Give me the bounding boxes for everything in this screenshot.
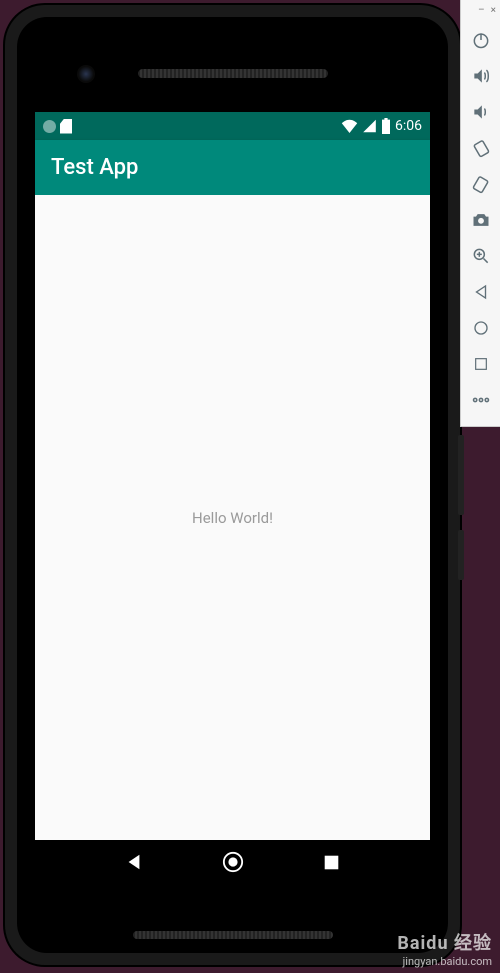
emulator-zoom-button[interactable]	[464, 238, 498, 274]
status-time: 6:06	[395, 118, 422, 134]
battery-icon	[381, 118, 391, 134]
android-navigation-bar	[35, 840, 430, 888]
rotate-right-icon	[471, 174, 491, 194]
rotate-left-icon	[471, 138, 491, 158]
power-icon	[471, 30, 491, 50]
emulator-volume-up-button[interactable]	[464, 58, 498, 94]
volume-up-icon	[471, 66, 491, 86]
earpiece-speaker	[138, 69, 328, 78]
front-camera	[77, 65, 95, 83]
emulator-rotate-right-button[interactable]	[464, 166, 498, 202]
phone-volume-button	[458, 530, 464, 580]
volume-down-icon	[471, 102, 491, 122]
device-screen: 6:06 Test App Hello World!	[35, 112, 430, 888]
emulator-more-button[interactable]	[464, 382, 498, 418]
emulator-rotate-left-button[interactable]	[464, 130, 498, 166]
more-dots-icon	[471, 390, 491, 410]
bottom-speaker	[133, 931, 333, 939]
status-bar-right: 6:06	[341, 118, 422, 134]
app-title: Test App	[51, 155, 138, 180]
emulator-window-controls: – ×	[461, 2, 500, 22]
app-action-bar: Test App	[35, 140, 430, 195]
watermark-url: jingyan.baidu.com	[397, 955, 492, 968]
wifi-icon	[341, 119, 358, 133]
back-triangle-icon	[472, 283, 490, 301]
zoom-icon	[471, 246, 491, 266]
watermark: Baidu 经验 jingyan.baidu.com	[397, 933, 492, 968]
android-status-bar[interactable]: 6:06	[35, 112, 430, 140]
sd-card-icon	[60, 119, 72, 134]
app-content-area: Hello World!	[35, 195, 430, 840]
emulator-screenshot-button[interactable]	[464, 202, 498, 238]
emulator-overview-button[interactable]	[464, 346, 498, 382]
status-badge-icon	[43, 120, 56, 133]
watermark-brand: Baidu 经验	[397, 933, 492, 955]
emulator-control-sidebar: – ×	[460, 0, 500, 427]
phone-inner-bezel: 6:06 Test App Hello World!	[17, 17, 448, 953]
hello-world-text: Hello World!	[192, 509, 273, 527]
nav-back-button[interactable]	[125, 853, 143, 875]
square-icon	[473, 356, 489, 372]
emulator-volume-down-button[interactable]	[464, 94, 498, 130]
phone-device-frame: 6:06 Test App Hello World!	[5, 5, 460, 965]
nav-home-button[interactable]	[222, 851, 244, 877]
emulator-home-button[interactable]	[464, 310, 498, 346]
phone-power-button	[458, 435, 464, 515]
emulator-power-button[interactable]	[464, 22, 498, 58]
cellular-signal-icon	[362, 119, 377, 133]
emulator-back-button[interactable]	[464, 274, 498, 310]
window-minimize-button[interactable]: –	[478, 5, 485, 16]
nav-overview-button[interactable]	[323, 854, 340, 875]
camera-icon	[471, 210, 491, 230]
status-bar-left	[43, 119, 72, 134]
circle-icon	[472, 319, 490, 337]
window-close-button[interactable]: ×	[491, 5, 496, 16]
